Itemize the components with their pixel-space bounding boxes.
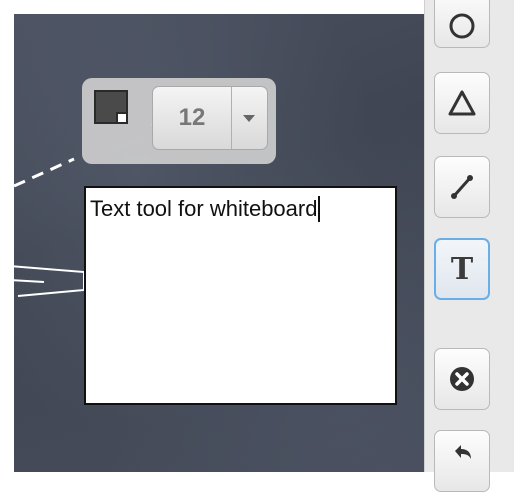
- clear-tool-button[interactable]: [434, 348, 490, 410]
- triangle-icon: [448, 90, 476, 116]
- circle-icon: [449, 13, 475, 39]
- circle-tool-button[interactable]: [434, 0, 490, 48]
- color-picker-corner: [116, 112, 128, 124]
- text-tool-button[interactable]: T: [434, 238, 490, 300]
- text-style-panel: 12: [82, 78, 276, 164]
- chevron-down-icon[interactable]: [231, 87, 267, 149]
- dashed-line-drawing: [14, 157, 75, 188]
- tool-sidebar: T: [424, 0, 514, 492]
- color-picker-button[interactable]: [94, 90, 128, 124]
- line-drawing: [14, 279, 45, 283]
- line-icon: [451, 175, 473, 199]
- line-tool-button[interactable]: [434, 156, 490, 218]
- font-size-value: 12: [153, 87, 232, 149]
- undo-tool-button[interactable]: [434, 430, 490, 492]
- font-size-select[interactable]: 12: [152, 86, 268, 150]
- text-input-value: Text tool for whiteboard: [90, 196, 318, 221]
- whiteboard-canvas[interactable]: 12 Text tool for whiteboard: [14, 14, 424, 472]
- undo-icon: [455, 445, 471, 459]
- close-circle-icon: [450, 367, 474, 391]
- text-icon: T: [450, 251, 474, 287]
- text-caret: [318, 196, 321, 222]
- triangle-tool-button[interactable]: [434, 72, 490, 134]
- text-input-box[interactable]: Text tool for whiteboard: [84, 186, 397, 405]
